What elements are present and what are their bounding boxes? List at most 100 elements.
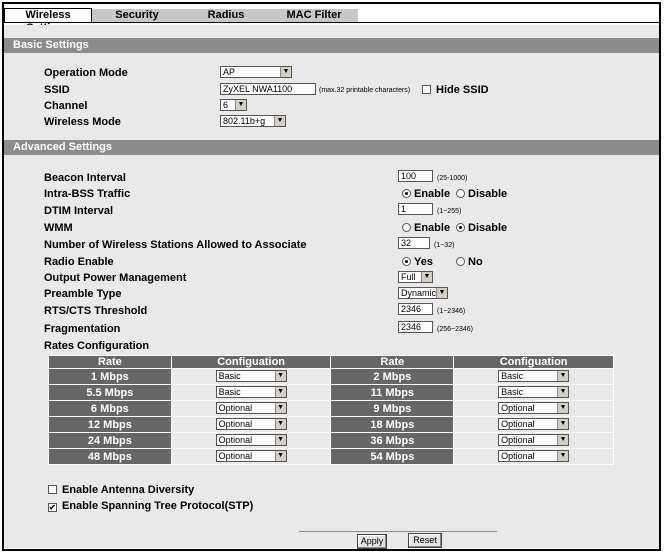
chevron-down-icon: ▼ (274, 387, 286, 397)
rate-column-header: Rate (330, 355, 455, 369)
tab-mac-filter[interactable]: MAC Filter (270, 9, 358, 22)
chevron-down-icon: ▼ (557, 387, 569, 397)
tab-bar: Wireless Settings Security Radius MAC Fi… (4, 4, 659, 34)
fragmentation-label: Fragmentation (44, 323, 121, 335)
radio-enable-no-radio[interactable]: No (456, 256, 483, 268)
wireless-settings-window: Wireless Settings Security Radius MAC Fi… (2, 2, 661, 551)
divider (299, 531, 497, 532)
operation-mode-label: Operation Mode (44, 67, 128, 79)
rates-table: Rate Configuation Rate Configuation 1 Mb… (48, 355, 614, 465)
rate-config-select[interactable]: Optional ▼ (215, 450, 287, 462)
radio-unselected-icon (456, 189, 465, 198)
rate-config-select[interactable]: Optional ▼ (215, 402, 287, 414)
operation-mode-select[interactable]: AP ▼ (220, 66, 292, 78)
rate-cell: 48 Mbps (48, 448, 172, 465)
stp-checkbox[interactable]: ✔ (48, 503, 57, 512)
chevron-down-icon: ▼ (274, 371, 286, 381)
rate-config-select[interactable]: Optional ▼ (498, 402, 570, 414)
chevron-down-icon: ▼ (274, 451, 286, 461)
chevron-down-icon: ▼ (557, 419, 569, 429)
dtim-interval-label: DTIM Interval (44, 205, 114, 217)
rates-configuration-label: Rates Configuration (44, 340, 150, 352)
rate-config-select[interactable]: Basic ▼ (215, 370, 287, 382)
channel-select[interactable]: 6 ▼ (220, 99, 247, 111)
wireless-mode-select[interactable]: 802.11b+g ▼ (220, 115, 286, 127)
rate-cell: 12 Mbps (48, 416, 172, 433)
hide-ssid-option[interactable]: Hide SSID (422, 84, 489, 96)
rate-config-select[interactable]: Optional ▼ (215, 418, 287, 430)
advanced-settings-header: Advanced Settings (4, 140, 659, 155)
rate-config-select[interactable]: Basic ▼ (215, 386, 287, 398)
radio-selected-icon (402, 189, 411, 198)
rate-cell: 6 Mbps (48, 400, 172, 417)
hide-ssid-checkbox[interactable] (422, 85, 431, 94)
radio-unselected-icon (402, 223, 411, 232)
wmm-disable-radio[interactable]: Disable (456, 222, 507, 234)
configuration-column-header: Configuation (170, 355, 332, 369)
rate-column-header: Rate (48, 355, 172, 369)
table-row: 5.5 Mbps Basic ▼ 11 Mbps Basic ▼ (48, 384, 614, 401)
rate-config-select[interactable]: Optional ▼ (215, 434, 287, 446)
table-row: 6 Mbps Optional ▼ 9 Mbps Optional ▼ (48, 400, 614, 417)
preamble-type-select[interactable]: Dynamic ▼ (398, 287, 448, 299)
beacon-interval-label: Beacon Interval (44, 172, 126, 184)
tab-radius[interactable]: Radius (182, 9, 270, 22)
preamble-type-label: Preamble Type (44, 288, 122, 300)
fragmentation-hint: (256~2346) (437, 326, 474, 333)
dtim-interval-hint: (1~255) (437, 208, 462, 215)
chevron-down-icon: ▼ (235, 100, 246, 110)
tab-wireless-settings[interactable]: Wireless Settings (4, 8, 92, 34)
chevron-down-icon: ▼ (557, 403, 569, 413)
rts-threshold-hint: (1~2346) (437, 308, 466, 315)
rate-config-select[interactable]: Optional ▼ (498, 450, 570, 462)
intra-bss-enable-radio[interactable]: Enable (402, 188, 450, 200)
radio-unselected-icon (456, 257, 465, 266)
ssid-hint: (max.32 printable characters) (319, 87, 411, 94)
configuration-column-header: Configuation (453, 355, 614, 369)
rate-cell: 5.5 Mbps (48, 384, 172, 401)
rate-config-select[interactable]: Optional ▼ (498, 418, 570, 430)
antenna-diversity-label: Enable Antenna Diversity (62, 484, 195, 496)
output-power-select[interactable]: Full ▼ (398, 271, 433, 283)
rate-cell: 1 Mbps (48, 368, 172, 385)
antenna-diversity-option[interactable]: Enable Antenna Diversity (48, 484, 194, 496)
rate-config-select[interactable]: Optional ▼ (498, 434, 570, 446)
dtim-interval-input[interactable]: 1 (398, 203, 433, 215)
antenna-diversity-checkbox[interactable] (48, 485, 57, 494)
stp-label: Enable Spanning Tree Protocol(STP) (62, 500, 254, 512)
rate-cell: 54 Mbps (330, 448, 455, 465)
output-power-label: Output Power Management (44, 272, 187, 284)
rate-cell: 9 Mbps (330, 400, 455, 417)
apply-button[interactable]: Apply (357, 534, 387, 549)
stp-option[interactable]: ✔ Enable Spanning Tree Protocol(STP) (48, 500, 253, 512)
fragmentation-input[interactable]: 2346 (398, 321, 433, 333)
beacon-interval-hint: (25-1000) (437, 175, 468, 182)
chevron-down-icon: ▼ (557, 451, 569, 461)
reset-button[interactable]: Reset (408, 533, 442, 548)
chevron-down-icon: ▼ (274, 403, 286, 413)
chevron-down-icon: ▼ (436, 288, 447, 298)
rts-threshold-label: RTS/CTS Threshold (44, 305, 148, 317)
stations-input[interactable]: 32 (398, 237, 430, 249)
rate-config-select[interactable]: Basic ▼ (498, 370, 570, 382)
intra-bss-disable-radio[interactable]: Disable (456, 188, 507, 200)
wmm-label: WMM (44, 222, 73, 234)
rate-config-select[interactable]: Basic ▼ (498, 386, 570, 398)
tab-divider (4, 22, 659, 23)
radio-enable-yes-radio[interactable]: Yes (402, 256, 433, 268)
wmm-enable-radio[interactable]: Enable (402, 222, 450, 234)
chevron-down-icon: ▼ (557, 435, 569, 445)
radio-enable-label: Radio Enable (44, 256, 114, 268)
table-row: 1 Mbps Basic ▼ 2 Mbps Basic ▼ (48, 368, 614, 385)
rts-threshold-input[interactable]: 2346 (398, 303, 433, 315)
table-row: 12 Mbps Optional ▼ 18 Mbps Optional ▼ (48, 416, 614, 433)
chevron-down-icon: ▼ (280, 67, 291, 77)
rate-cell: 36 Mbps (330, 432, 455, 449)
beacon-interval-input[interactable]: 100 (398, 170, 433, 182)
tab-security[interactable]: Security (92, 9, 182, 22)
rate-cell: 24 Mbps (48, 432, 172, 449)
hide-ssid-label: Hide SSID (436, 84, 489, 96)
ssid-input[interactable]: ZyXEL NWA1100 (220, 83, 316, 95)
rate-cell: 18 Mbps (330, 416, 455, 433)
chevron-down-icon: ▼ (421, 272, 432, 282)
